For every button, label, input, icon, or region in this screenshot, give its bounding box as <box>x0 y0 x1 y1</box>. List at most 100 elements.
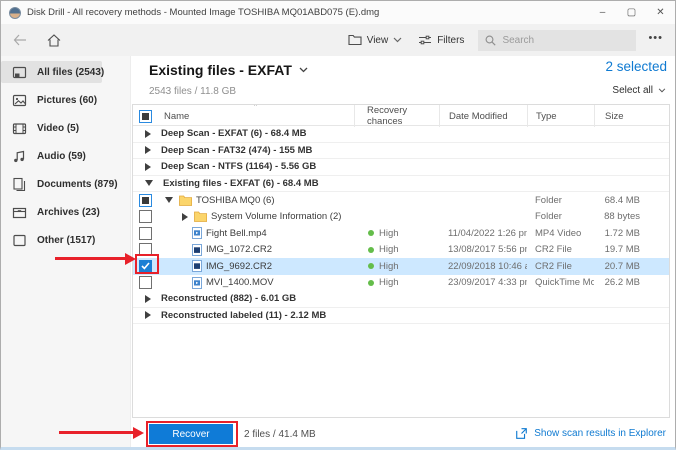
selected-count: 2 selected <box>605 59 667 74</box>
archives-icon <box>12 205 27 220</box>
more-menu-button[interactable]: ••• <box>642 32 675 48</box>
row-checkbox[interactable] <box>139 109 152 123</box>
row-checkbox[interactable] <box>139 193 152 207</box>
header-checkbox-cell <box>133 105 159 127</box>
row-checkbox[interactable] <box>139 276 152 290</box>
recovery-chance-cell: High <box>354 277 439 288</box>
name-cell: MVI_1400.MOV <box>159 276 354 289</box>
select-all-button[interactable]: Select all <box>612 85 667 96</box>
expand-caret-icon[interactable] <box>165 197 173 204</box>
expand-caret-icon[interactable] <box>182 212 188 221</box>
expand-caret-icon[interactable] <box>145 162 151 171</box>
size-cell: 26.2 MB <box>604 277 640 289</box>
column-header-date-modified[interactable]: Date Modified <box>439 105 527 127</box>
recovery-chance-cell: High <box>354 261 439 272</box>
type-cell: MP4 Video <box>535 227 582 239</box>
scan-session-title[interactable]: Existing files - EXFAT <box>149 62 308 78</box>
maximize-button[interactable]: ▢ <box>617 1 646 24</box>
group-row[interactable]: Deep Scan - NTFS (1164) - 5.56 GB <box>133 159 669 176</box>
size-cell: 1.72 MB <box>604 227 640 239</box>
checkbox-cell <box>133 276 159 290</box>
pictures-icon <box>12 93 27 108</box>
column-header-size[interactable]: Size <box>594 105 668 127</box>
sidebar-item-audio[interactable]: Audio (59) <box>1 145 130 167</box>
disk-drill-window: Disk Drill - All recovery methods - Moun… <box>0 0 676 450</box>
show-in-explorer-link[interactable]: Show scan results in Explorer <box>515 427 666 440</box>
group-row[interactable]: Reconstructed labeled (11) - 2.12 MB <box>133 308 669 324</box>
search-box[interactable] <box>478 29 637 51</box>
row-checkbox[interactable] <box>139 243 152 257</box>
file-table: ˆ Name Recovery chances Date Modified Type S… <box>132 104 670 418</box>
checkbox-cell <box>133 193 159 207</box>
type-cell: CR2 File <box>535 260 572 272</box>
filters-icon <box>419 35 432 45</box>
group-row-content: Deep Scan - EXFAT (6) - 68.4 MB <box>133 128 668 139</box>
expand-caret-icon[interactable] <box>145 311 151 320</box>
image-file-icon <box>192 243 202 256</box>
expand-caret-icon[interactable] <box>145 180 153 187</box>
recover-button[interactable]: Recover <box>149 424 233 444</box>
table-row[interactable]: MVI_1400.MOV High 23/09/2017 4:33 pm QuickT… <box>133 275 669 292</box>
column-header-recovery-chances[interactable]: Recovery chances <box>354 105 439 127</box>
checkbox-cell <box>133 226 159 240</box>
high-chance-dot-icon <box>368 263 374 270</box>
search-icon <box>485 35 497 46</box>
recovery-chance-label: High <box>379 244 399 256</box>
chevron-down-icon <box>393 37 402 43</box>
search-input[interactable] <box>502 34 623 46</box>
folder-icon <box>179 195 192 206</box>
sidebar-item-other[interactable]: Other (1517) <box>1 229 130 251</box>
sidebar-item-pictures[interactable]: Pictures (60) <box>1 89 130 111</box>
file-name: Fight Bell.mp4 <box>206 227 267 239</box>
chevron-down-icon <box>658 87 667 94</box>
table-row[interactable]: TOSHIBA MQ0 (6) Folder 68.4 MB <box>133 192 669 209</box>
expand-caret-icon[interactable] <box>145 129 151 138</box>
name-cell: IMG_9692.CR2 <box>159 260 354 273</box>
group-row-label: Reconstructed labeled (11) - 2.12 MB <box>161 309 327 321</box>
view-button[interactable]: View <box>340 27 411 53</box>
sidebar-item-label: Pictures (60) <box>37 94 98 106</box>
video-file-icon <box>192 227 202 240</box>
group-row[interactable]: Deep Scan - EXFAT (6) - 68.4 MB <box>133 126 669 143</box>
main-area: Existing files - EXFAT 2543 files / 11.8… <box>131 56 675 447</box>
titlebar: Disk Drill - All recovery methods - Moun… <box>1 1 675 24</box>
sidebar-list: All files (2543) Pictures (60) Video (5) Au… <box>1 61 130 251</box>
video-icon <box>12 121 27 136</box>
high-chance-dot-icon <box>368 279 374 286</box>
name-cell: IMG_1072.CR2 <box>159 243 354 256</box>
size-cell: 19.7 MB <box>604 244 640 256</box>
minimize-button[interactable]: – <box>588 1 617 24</box>
all-files-icon <box>12 65 27 80</box>
expand-caret-icon[interactable] <box>145 146 151 155</box>
row-checkbox[interactable] <box>139 259 152 273</box>
group-row[interactable]: Existing files - EXFAT (6) - 68.4 MB <box>133 176 669 192</box>
column-header-type[interactable]: Type <box>527 105 594 127</box>
documents-icon <box>12 177 27 192</box>
window-title: Disk Drill - All recovery methods - Moun… <box>27 7 380 18</box>
row-checkbox[interactable] <box>139 226 152 240</box>
file-name: System Volume Information (2) <box>211 211 342 223</box>
sidebar-item-video[interactable]: Video (5) <box>1 117 130 139</box>
name-cell: System Volume Information (2) <box>159 211 354 222</box>
external-link-icon <box>516 428 528 439</box>
close-button[interactable]: ✕ <box>646 1 675 24</box>
group-row[interactable]: Deep Scan - FAT32 (474) - 155 MB <box>133 143 669 159</box>
table-row[interactable]: IMG_9692.CR2 High 22/09/2018 10:46 am CR2 F… <box>133 258 669 275</box>
home-button[interactable] <box>41 27 67 53</box>
group-row[interactable]: Reconstructed (882) - 6.01 GB <box>133 291 669 308</box>
recovery-chance-label: High <box>379 227 399 239</box>
expand-caret-icon[interactable] <box>145 294 151 303</box>
recovery-chance-label: High <box>379 260 399 272</box>
table-row[interactable]: IMG_1072.CR2 High 13/08/2017 5:56 pm CR2 Fi… <box>133 242 669 259</box>
audio-icon <box>12 149 27 164</box>
size-cell: 68.4 MB <box>604 194 640 206</box>
sidebar-item-all-files[interactable]: All files (2543) <box>1 61 104 83</box>
recovery-footer: Recover 2 files / 41.4 MB Show scan resu… <box>131 418 675 447</box>
sidebar-item-documents[interactable]: Documents (879) <box>1 173 130 195</box>
table-row[interactable]: System Volume Information (2) Folder 88 by… <box>133 209 669 226</box>
sidebar-item-archives[interactable]: Archives (23) <box>1 201 130 223</box>
row-checkbox[interactable] <box>139 210 152 224</box>
filters-button[interactable]: Filters <box>410 27 472 53</box>
back-button[interactable] <box>7 27 33 53</box>
table-row[interactable]: Fight Bell.mp4 High 11/04/2022 1:26 pm MP4 … <box>133 225 669 242</box>
